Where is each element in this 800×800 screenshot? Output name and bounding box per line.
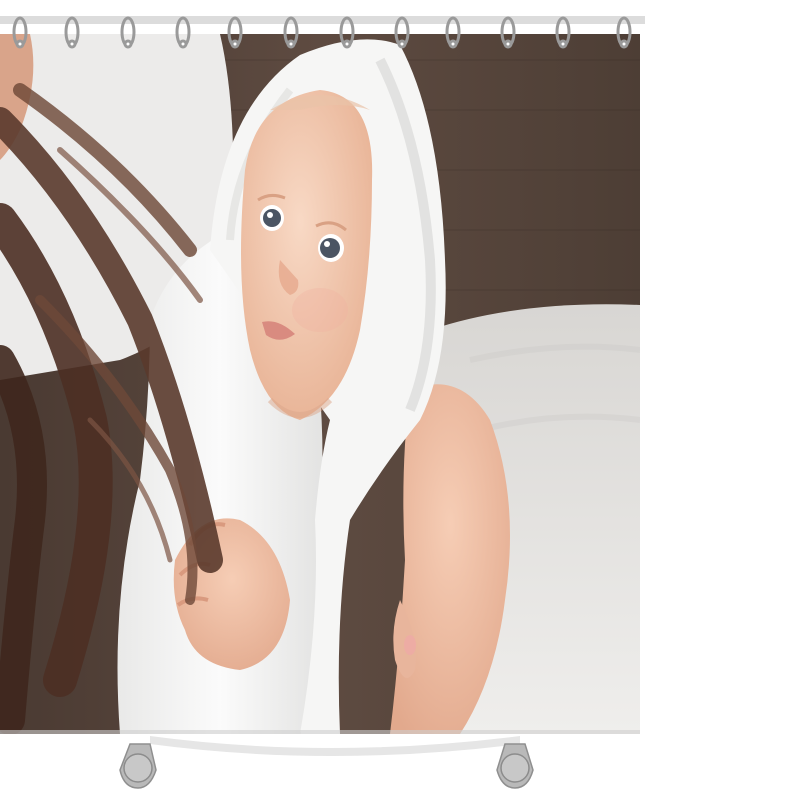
fingernail <box>404 635 416 655</box>
curtain-rod <box>0 16 645 24</box>
curtain-print <box>0 34 640 734</box>
shower-curtain-illustration <box>0 16 645 789</box>
product-image <box>0 0 800 800</box>
bathtub-base <box>119 736 534 789</box>
